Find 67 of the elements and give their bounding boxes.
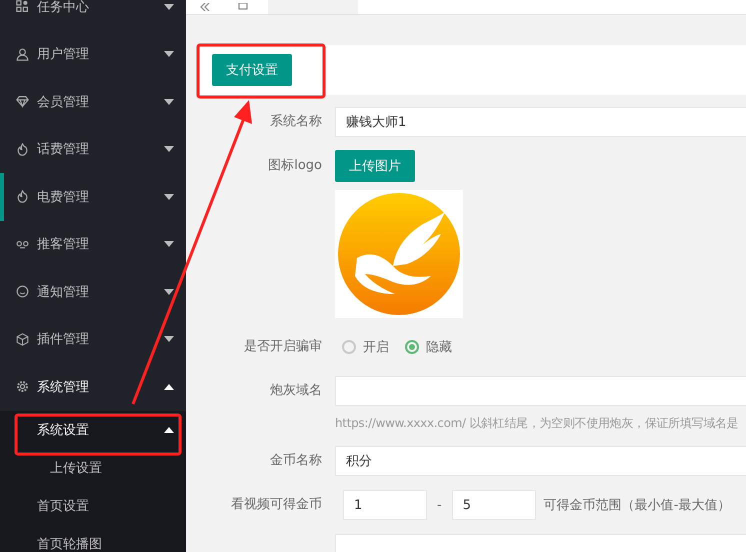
field-label: 系统名称: [269, 113, 323, 131]
field-label: 金币名称: [269, 452, 323, 470]
double-chevron-icon[interactable]: [200, 3, 210, 11]
flame-icon: [16, 190, 29, 204]
menu-label: 插件管理: [37, 331, 90, 348]
diamond-icon: [16, 95, 29, 108]
pay-settings-button[interactable]: 支付设置: [212, 54, 292, 86]
menu-label: 会员管理: [37, 94, 90, 111]
min-field[interactable]: 1: [343, 490, 427, 520]
text-field[interactable]: 赚钱大师1: [335, 107, 746, 137]
hint-text: https://www.xxxx.com/ 以斜杠结尾，为空则不使用炮灰，保证所填写域名是: [335, 415, 740, 432]
radio-option[interactable]: 隐藏: [405, 338, 452, 356]
caret-icon: [164, 98, 174, 105]
caret-icon: [164, 194, 174, 200]
menu-label: 任务中心: [37, 0, 90, 16]
user-icon: [16, 48, 29, 61]
menu-label: 推客管理: [37, 236, 90, 254]
sidebar-item[interactable]: 插件管理: [0, 316, 186, 363]
submenu-item[interactable]: 首页轮播图: [0, 524, 186, 552]
sidebar-item[interactable]: 会员管理: [0, 78, 186, 126]
submenu-item[interactable]: 系统设置: [0, 410, 186, 448]
cube-icon: [16, 332, 29, 346]
sidebar-item[interactable]: 通知管理: [0, 268, 186, 316]
submenu-item[interactable]: 首页设置: [0, 486, 186, 524]
menu-label: 系统管理: [37, 378, 90, 396]
sidebar-item[interactable]: 话费管理: [0, 126, 186, 173]
radio-circle[interactable]: [405, 340, 419, 354]
caret-icon: [164, 241, 174, 248]
menu-label: 首页轮播图: [37, 536, 103, 552]
field-label: 图标logo: [267, 157, 323, 175]
home-icon[interactable]: [238, 3, 248, 11]
menu-label: 系统设置: [37, 422, 90, 438]
settings-icon: [16, 380, 29, 394]
caret-icon: [164, 146, 174, 152]
field-label: 看视频可得金币: [230, 496, 323, 514]
caret-icon: [164, 51, 174, 58]
flame-icon: [16, 142, 29, 156]
caret-icon: [164, 426, 174, 432]
sidebar-item[interactable]: 系统管理: [0, 363, 186, 410]
menu-label: 通知管理: [37, 284, 90, 301]
page-tab[interactable]: [268, 0, 358, 14]
menu-label: 用户管理: [37, 46, 90, 64]
menu-label: 话费管理: [37, 141, 90, 158]
upload-image-button[interactable]: 上传图片: [335, 150, 415, 182]
sidebar-item[interactable]: 用户管理: [0, 30, 186, 78]
sidebar-item[interactable]: 推客管理: [0, 220, 186, 268]
caret-icon: [164, 4, 174, 10]
caret-icon: [164, 384, 174, 390]
text-field[interactable]: [335, 376, 746, 406]
radio-option[interactable]: 开启: [342, 338, 389, 356]
menu-label: 首页设置: [37, 498, 90, 514]
radio-circle[interactable]: [342, 340, 356, 354]
caret-icon: [164, 288, 174, 295]
grid-icon: [16, 0, 29, 14]
sidebar-item[interactable]: 任务中心: [0, 0, 186, 30]
option-label: 开启: [363, 339, 389, 356]
submenu-item[interactable]: 上传设置: [0, 448, 186, 486]
caret-icon: [164, 336, 174, 342]
range-note: 可得金币范围（最小值-最大值）: [544, 497, 730, 514]
smile-icon: [16, 285, 29, 298]
option-label: 隐藏: [426, 339, 452, 356]
range-separator: -: [437, 498, 442, 512]
max-field[interactable]: 5: [452, 490, 536, 520]
text-field[interactable]: 积分: [335, 446, 746, 476]
field-label: 是否开启骗审: [243, 338, 323, 356]
menu-label: 电费管理: [37, 188, 90, 206]
field-label: 炮灰域名: [269, 382, 323, 400]
